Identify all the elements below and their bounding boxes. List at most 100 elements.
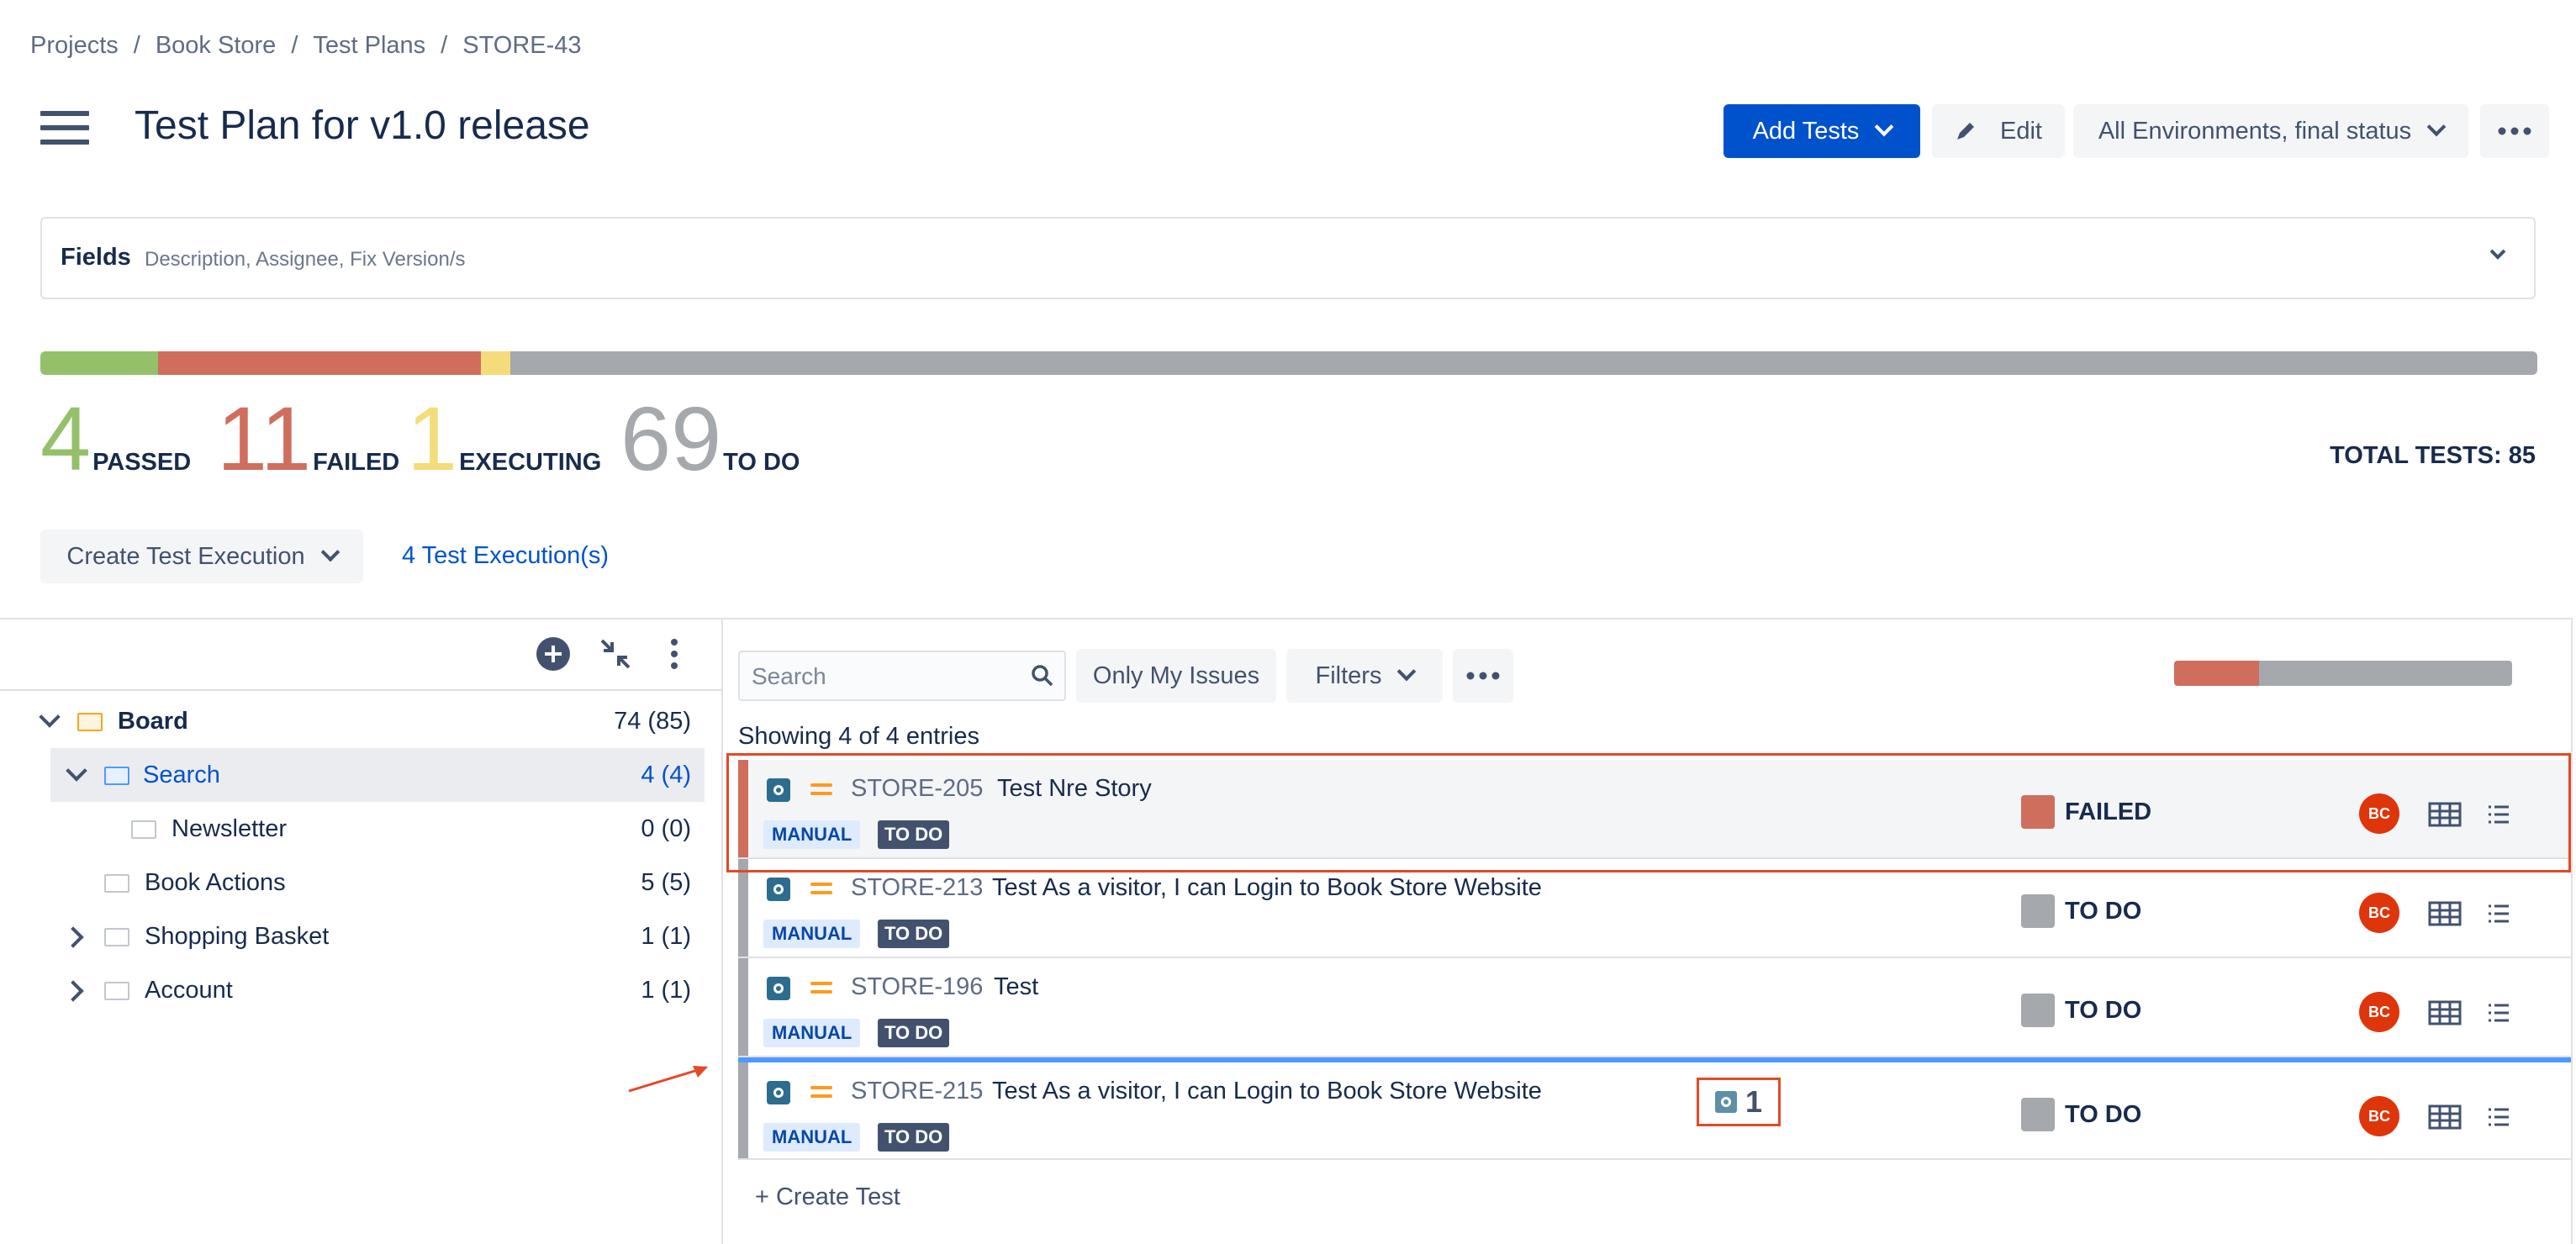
steps-list-icon[interactable] (2487, 903, 2510, 925)
mini-progress-failed (2174, 661, 2259, 686)
folder-icon (131, 820, 156, 839)
hamburger-menu-icon[interactable] (40, 111, 89, 145)
tree-item-account[interactable]: Account 1 (1) (0, 963, 721, 1017)
panel-divider[interactable] (721, 619, 723, 1244)
avatar[interactable]: BC (2359, 1096, 2399, 1136)
search-icon[interactable] (1031, 664, 1054, 688)
test-summary[interactable]: Test (994, 973, 1038, 1001)
search-field[interactable] (750, 662, 1022, 691)
add-tests-button[interactable]: Add Tests (1723, 104, 1920, 158)
test-type-icon (767, 878, 790, 901)
dataset-grid-icon[interactable] (2428, 1104, 2462, 1130)
status-strip (738, 958, 748, 1056)
priority-medium-icon (810, 881, 832, 896)
folder-icon (104, 874, 129, 893)
add-folder-icon[interactable] (535, 635, 572, 672)
stat-todo-value: 69 (620, 387, 722, 489)
vertical-ellipsis-icon[interactable] (656, 635, 693, 672)
more-actions-button[interactable] (2480, 104, 2549, 158)
only-my-issues-button[interactable]: Only My Issues (1076, 649, 1276, 703)
dataset-grid-icon[interactable] (2428, 901, 2462, 926)
filtered-progress-bar (2174, 661, 2512, 686)
test-execution-count-badge[interactable]: 1 (1697, 1078, 1781, 1126)
environment-label: All Environments, final status (2098, 117, 2412, 145)
avatar[interactable]: BC (2359, 893, 2399, 933)
breadcrumb-separator: / (441, 32, 448, 59)
search-input[interactable] (738, 651, 1066, 701)
environment-select[interactable]: All Environments, final status (2073, 104, 2468, 158)
test-key[interactable]: STORE-196 (851, 973, 983, 1001)
issue-status-badge: TO DO (878, 920, 950, 948)
tree-item-book-actions[interactable]: Book Actions 5 (5) (0, 856, 721, 909)
test-execution-count: 1 (1745, 1084, 1763, 1119)
avatar[interactable]: BC (2359, 992, 2399, 1032)
tree-item-board[interactable]: Board 74 (85) (0, 694, 721, 748)
chevron-right-icon[interactable] (62, 926, 84, 948)
test-summary[interactable]: Test As a visitor, I can Login to Book S… (992, 1078, 1542, 1105)
stat-executing: 1 EXECUTING (407, 393, 601, 484)
chevron-down-icon (2426, 117, 2447, 137)
tree-item-label: Newsletter (172, 814, 287, 842)
chevron-down-icon[interactable] (66, 760, 87, 782)
status-color-square (2021, 894, 2055, 928)
tree-item-count: 74 (85) (614, 707, 691, 735)
status-strip (738, 859, 748, 957)
stat-failed-label: FAILED (313, 449, 400, 476)
test-status: TO DO (2065, 898, 2142, 925)
status-strip (738, 1062, 748, 1158)
tree-item-search[interactable]: Search 4 (4) (50, 748, 705, 802)
edit-button[interactable]: Edit (1932, 104, 2065, 158)
test-executions-link[interactable]: 4 Test Execution(s) (402, 542, 609, 570)
tree-item-count: 5 (5) (641, 868, 691, 896)
breadcrumb-issue-key[interactable]: STORE-43 (462, 32, 581, 60)
more-options-button[interactable] (1453, 649, 1513, 703)
test-key[interactable]: STORE-215 (851, 1078, 983, 1105)
create-test-button[interactable]: + Create Test (755, 1183, 900, 1211)
annotation-arrow-icon (628, 1066, 708, 1093)
test-row[interactable]: STORE-213 Test As a visitor, I can Login… (738, 859, 2571, 958)
stat-executing-value: 1 (407, 387, 458, 489)
total-tests: TOTAL TESTS: 85 (2330, 442, 2536, 469)
test-status-progress-bar (40, 351, 2537, 375)
fields-expand-icon[interactable] (2489, 247, 2507, 265)
breadcrumb-book-store[interactable]: Book Store (156, 32, 276, 60)
create-test-execution-button[interactable]: Create Test Execution (40, 530, 363, 583)
entries-count: Showing 4 of 4 entries (738, 723, 979, 750)
folder-open-icon (77, 713, 103, 731)
folder-open-icon (104, 767, 129, 785)
test-type-badge: MANUAL (763, 1123, 861, 1152)
tree-item-label: Search (143, 761, 220, 788)
folder-icon (104, 982, 129, 1000)
collapse-all-icon[interactable] (597, 635, 634, 672)
filters-button[interactable]: Filters (1286, 649, 1443, 703)
progress-segment-todo (510, 351, 2537, 375)
status-color-square (2021, 994, 2055, 1027)
tree-item-label: Account (145, 976, 233, 1004)
breadcrumb-projects[interactable]: Projects (30, 32, 119, 60)
tree-item-label: Board (118, 707, 188, 735)
test-row[interactable]: STORE-196 Test MANUAL TO DO TO DO BC (738, 958, 2571, 1057)
tree-item-count: 1 (1) (641, 976, 691, 1004)
breadcrumb-test-plans[interactable]: Test Plans (313, 32, 425, 60)
chevron-down-icon (320, 542, 340, 562)
tree-item-count: 4 (4) (641, 761, 691, 788)
ellipsis-icon (1466, 672, 1500, 680)
tree-item-newsletter[interactable]: Newsletter 0 (0) (0, 802, 721, 856)
chevron-down-icon[interactable] (39, 706, 61, 728)
steps-list-icon[interactable] (2487, 1106, 2510, 1128)
stat-failed-value: 11 (217, 387, 312, 489)
test-execution-icon (1714, 1091, 1737, 1113)
chevron-right-icon[interactable] (62, 980, 84, 1002)
tree-item-shopping-basket[interactable]: Shopping Basket 1 (1) (0, 909, 721, 963)
mini-progress-todo (2258, 661, 2512, 686)
divider (0, 618, 2573, 619)
test-key[interactable]: STORE-213 (851, 874, 983, 902)
breadcrumb-separator: / (133, 32, 140, 59)
steps-list-icon[interactable] (2487, 1002, 2510, 1024)
stat-passed: 4 PASSED (40, 393, 191, 484)
divider (0, 689, 721, 691)
tree-item-label: Shopping Basket (145, 922, 330, 950)
test-summary[interactable]: Test As a visitor, I can Login to Book S… (992, 874, 1542, 902)
test-row[interactable]: STORE-215 Test As a visitor, I can Login… (738, 1057, 2571, 1160)
dataset-grid-icon[interactable] (2428, 1000, 2462, 1025)
